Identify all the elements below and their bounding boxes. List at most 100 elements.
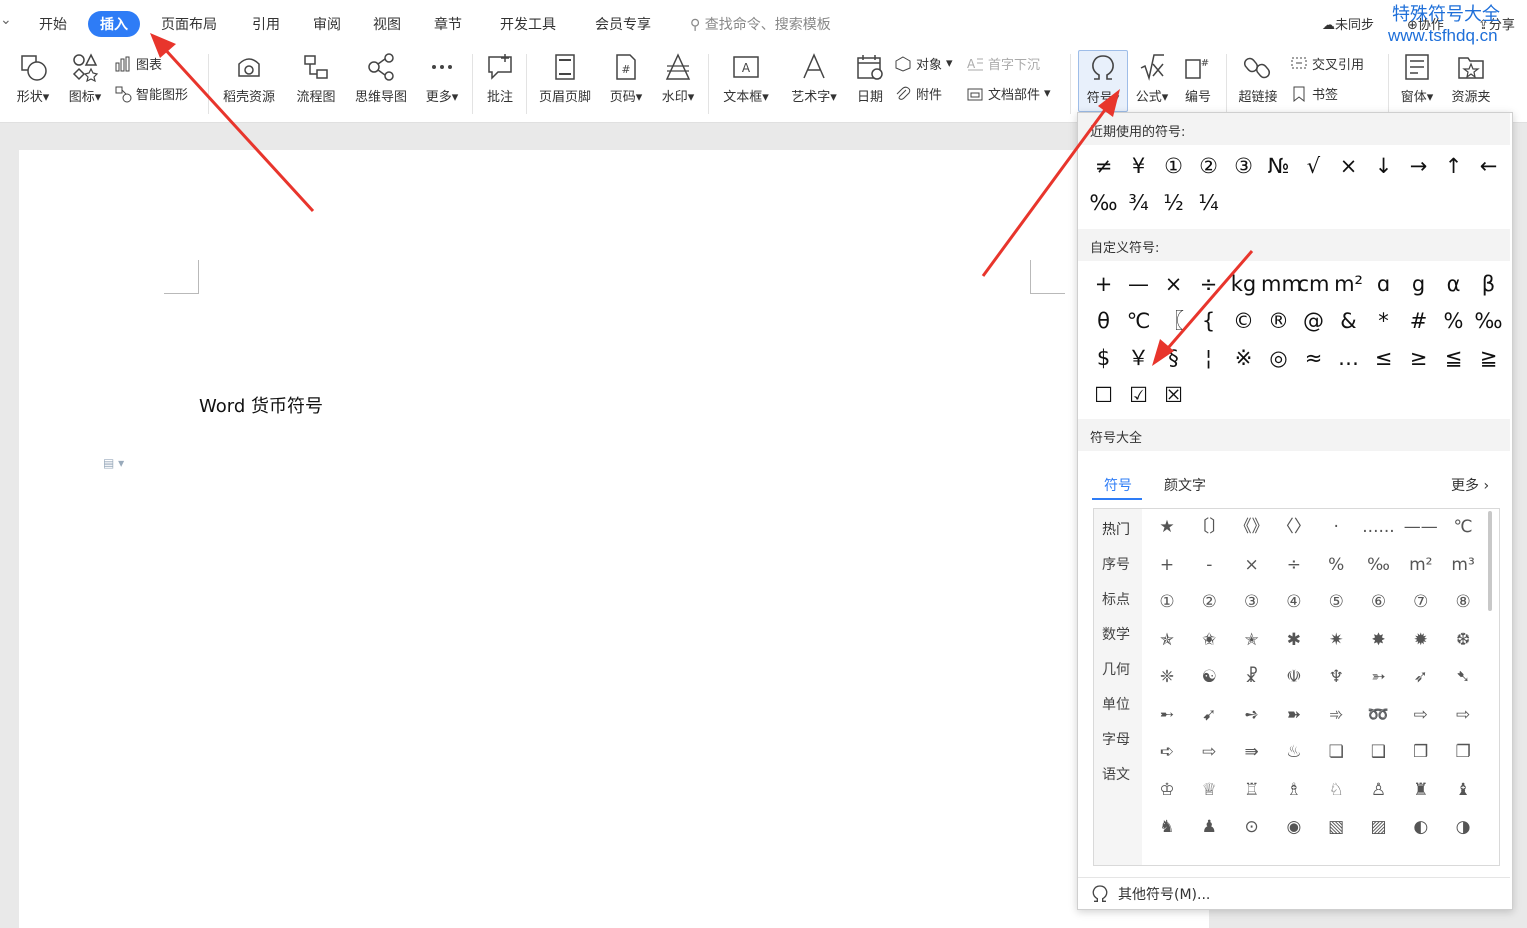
symbol-cell[interactable]: ☫ [1273,659,1315,696]
symbol-cell[interactable]: ≠ [1086,149,1121,184]
chevron-down-icon[interactable]: ⌄ [0,12,12,28]
category-chinese[interactable]: 语文 [1102,764,1130,784]
tab-view[interactable]: 视图 [373,14,401,34]
symbol-cell[interactable]: ➶ [1400,659,1442,696]
symbol-cell[interactable]: ➪ [1146,734,1188,771]
shape-button[interactable]: 形状▾ [10,52,56,105]
symbol-cell[interactable]: ☧ [1231,659,1273,696]
smart-graphic-button[interactable]: 智能图形 [114,84,188,103]
symbol-cell[interactable]: ✷ [1315,622,1357,659]
symbol-cell[interactable]: ♨ [1273,734,1315,771]
symbol-cell[interactable]: ♙ [1358,772,1400,809]
symbol-cell[interactable]: ◉ [1273,809,1315,846]
symbol-cell[interactable]: - [1188,547,1230,584]
symbol-cell[interactable]: ② [1188,584,1230,621]
symbol-cell[interactable]: ‰ [1471,304,1506,339]
symbol-cell[interactable]: ❆ [1442,622,1484,659]
symbol-cell[interactable]: ¼ [1191,186,1226,221]
symbol-cell[interactable]: mm [1261,267,1302,302]
symbol-cell[interactable]: × [1156,267,1191,302]
textbox-button[interactable]: A 文本框▾ [716,52,776,105]
symbol-cell[interactable]: ⑧ [1442,584,1484,621]
more-button[interactable]: 更多▾ [420,52,464,105]
tab-insert[interactable]: 插入 [88,11,140,37]
symbol-cell[interactable]: ❈ [1146,659,1188,696]
symbol-cell[interactable]: ❐ [1442,734,1484,771]
symbol-cell[interactable]: ⊙ [1231,809,1273,846]
symbol-cell[interactable]: ♞ [1146,809,1188,846]
scrollbar[interactable] [1488,511,1492,611]
category-ordinal[interactable]: 序号 [1102,554,1130,574]
symbol-cell[interactable]: × [1331,149,1366,184]
bookmark-button[interactable]: 书签 [1290,84,1338,103]
search-box[interactable]: ⚲ 查找命令、搜索模板 [690,14,831,34]
symbol-cell[interactable]: ➷ [1442,659,1484,696]
symbol-cell[interactable]: ☯ [1188,659,1230,696]
symbol-cell[interactable]: ⇛ [1231,734,1273,771]
docer-resource-button[interactable]: 稻壳资源 [218,52,280,105]
symbol-cell[interactable]: ≈ [1296,341,1331,376]
symbol-cell[interactable]: + [1086,267,1121,302]
more-symbols-link[interactable]: 更多 › [1451,475,1489,495]
symbol-cell[interactable]: ≧ [1471,341,1506,376]
symbol-cell[interactable]: ® [1261,304,1296,339]
symbol-cell[interactable]: √ [1296,149,1331,184]
symbol-cell[interactable]: θ [1086,304,1121,339]
symbol-cell[interactable]: ③ [1226,149,1261,184]
symbol-cell[interactable]: ≥ [1401,341,1436,376]
symbol-cell[interactable]: ⑦ [1400,584,1442,621]
category-letter[interactable]: 字母 [1102,729,1130,749]
symbol-cell[interactable]: ♆ [1315,659,1357,696]
symbol-cell[interactable]: ♟ [1188,809,1230,846]
symbol-cell[interactable]: ¾ [1121,186,1156,221]
symbol-cell[interactable]: # [1401,304,1436,339]
symbol-cell[interactable]: ◎ [1261,341,1296,376]
symbol-cell[interactable]: ❏ [1315,734,1357,771]
category-unit[interactable]: 单位 [1102,694,1130,714]
icons-button[interactable]: 图标▾ [62,52,108,105]
dropcap-button[interactable]: A 首字下沉 [966,54,1040,74]
symbol-cell[interactable]: ④ [1273,584,1315,621]
symbol-cell[interactable]: ☑ [1121,378,1156,413]
tab-start[interactable]: 开始 [39,14,67,34]
symbol-cell[interactable]: ❑ [1358,734,1400,771]
symbol-cell[interactable]: ✬ [1188,622,1230,659]
symbol-cell[interactable]: ❒ [1400,734,1442,771]
formula-button[interactable]: 公式▾ [1130,52,1174,105]
category-geometry[interactable]: 几何 [1102,659,1130,679]
symbol-cell[interactable]: ♝ [1442,772,1484,809]
symbol-cell[interactable]: ➳ [1358,659,1400,696]
chart-button[interactable]: 图表 [114,54,162,73]
symbol-cell[interactable]: ▨ [1358,809,1400,846]
symbol-cell[interactable]: ♕ [1188,772,1230,809]
symbol-cell[interactable]: 〖 [1156,304,1191,339]
symbol-cell[interactable]: * [1366,304,1401,339]
document-text[interactable]: Word 货币符号 [199,392,323,418]
symbol-cell[interactable]: ￥ [1121,341,1156,376]
symbol-cell[interactable]: ← [1471,149,1506,184]
symbol-cell[interactable]: ♖ [1231,772,1273,809]
symbol-cell[interactable]: ⑤ [1315,584,1357,621]
symbol-cell[interactable]: ➺ [1231,697,1273,734]
symbol-cell[interactable]: ⇨ [1400,697,1442,734]
symbol-cell[interactable]: { [1191,304,1226,339]
symbol-cell[interactable]: ✹ [1400,622,1442,659]
symbol-cell[interactable]: ③ [1231,584,1273,621]
symbol-cell[interactable]: cm [1296,267,1331,302]
symbol-cell[interactable]: ÷ [1191,267,1226,302]
object-button[interactable]: 对象 ▾ [894,54,953,73]
symbol-cell[interactable]: ➹ [1188,697,1230,734]
symbol-cell[interactable]: © [1226,304,1261,339]
symbol-cell[interactable]: ① [1146,584,1188,621]
symbol-cell[interactable]: · [1315,509,1357,546]
symbol-cell[interactable]: ※ [1226,341,1261,376]
tab-developer[interactable]: 开发工具 [500,14,556,34]
symbol-cell[interactable]: ▧ [1315,809,1357,846]
tab-member[interactable]: 会员专享 [595,14,651,34]
tab-review[interactable]: 审阅 [313,14,341,34]
symbol-cell[interactable]: ♘ [1315,772,1357,809]
symbol-cell[interactable]: ★ [1146,509,1188,546]
numbering-button[interactable]: # 编号 [1178,52,1218,105]
date-button[interactable]: 日期 [850,52,890,105]
tab-page-layout[interactable]: 页面布局 [161,14,217,34]
